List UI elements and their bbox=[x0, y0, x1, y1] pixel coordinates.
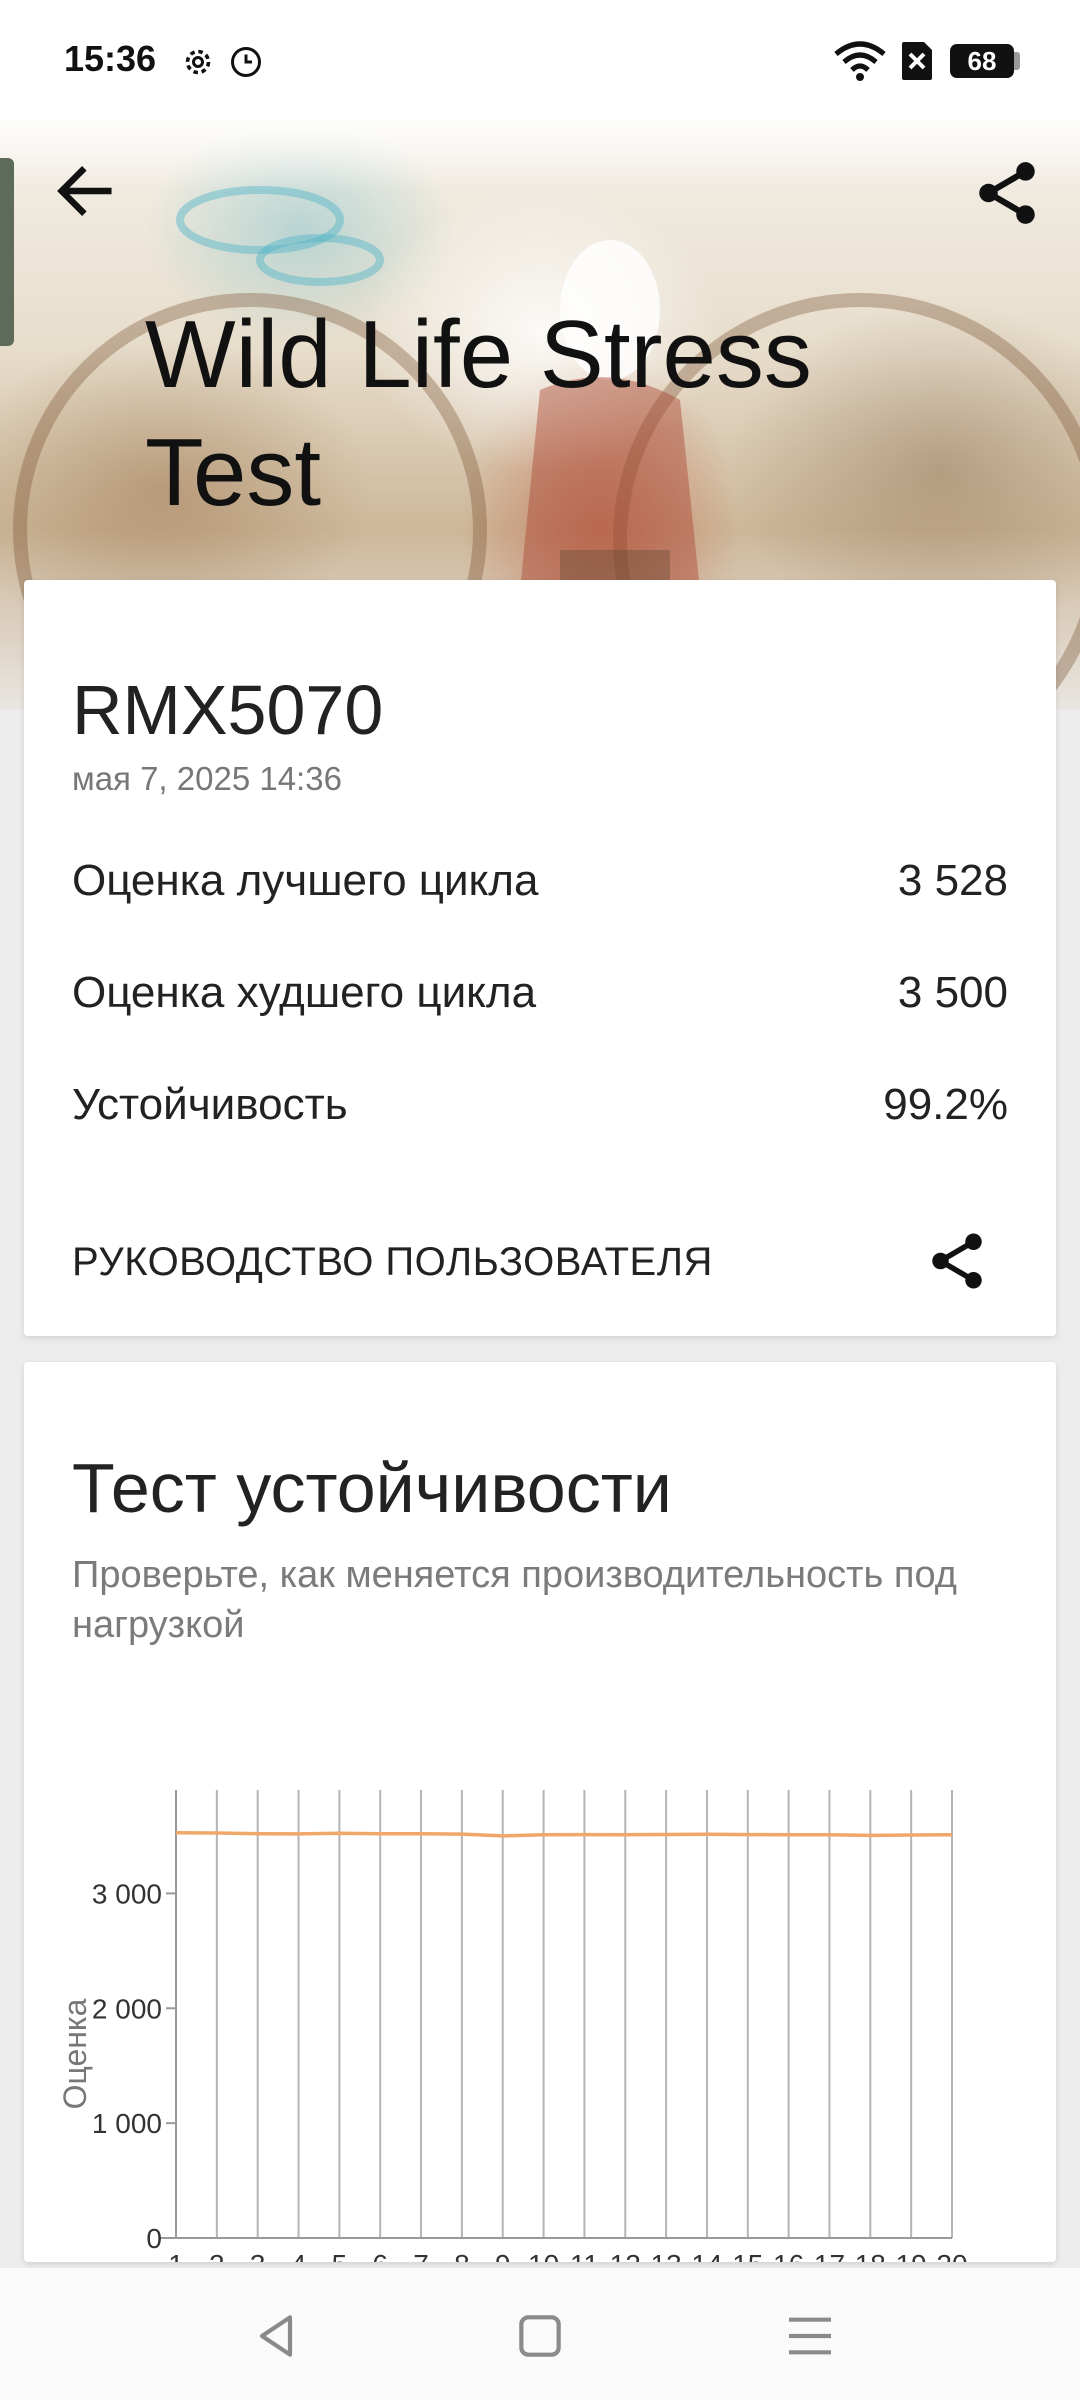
share-icon[interactable] bbox=[970, 156, 1044, 230]
x-tick-label: 19 bbox=[896, 2249, 927, 2262]
x-tick-label: 10 bbox=[528, 2249, 559, 2262]
status-bar: 15:36 68 bbox=[0, 0, 1080, 120]
x-tick-label: 18 bbox=[855, 2249, 886, 2262]
x-tick-label: 7 bbox=[413, 2249, 429, 2262]
stability-value: 99.2% bbox=[883, 1080, 1008, 1129]
clock-icon bbox=[231, 47, 261, 77]
page-title: Wild Life Stress Test bbox=[145, 301, 812, 526]
sim-off-icon bbox=[902, 42, 932, 80]
edge-panel-handle[interactable] bbox=[0, 158, 14, 346]
battery-tip bbox=[1014, 52, 1020, 70]
x-tick-label: 13 bbox=[651, 2249, 682, 2262]
y-tick-label: 0 bbox=[146, 2223, 162, 2254]
stability-row: Устойчивость 99.2% bbox=[72, 1080, 1008, 1130]
navigation-bar bbox=[0, 2268, 1080, 2400]
y-tick-label: 3 000 bbox=[92, 1878, 162, 1909]
stability-label: Устойчивость bbox=[72, 1080, 348, 1129]
x-tick-label: 11 bbox=[570, 2249, 599, 2262]
gear-icon bbox=[185, 49, 211, 75]
device-name: RMX5070 bbox=[72, 671, 384, 749]
x-tick-label: 1 bbox=[168, 2249, 184, 2262]
x-tick-label: 4 bbox=[291, 2249, 307, 2262]
share-icon[interactable] bbox=[924, 1228, 990, 1294]
back-triangle-icon[interactable] bbox=[248, 2308, 304, 2364]
y-axis-label: Оценка bbox=[57, 1998, 93, 2109]
status-time: 15:36 bbox=[64, 38, 157, 79]
best-loop-label: Оценка лучшего цикла bbox=[72, 856, 539, 905]
wifi-icon bbox=[834, 41, 886, 81]
best-loop-value: 3 528 bbox=[897, 856, 1008, 905]
best-loop-row: Оценка лучшего цикла 3 528 bbox=[72, 856, 1008, 906]
test-date: мая 7, 2025 14:36 bbox=[72, 760, 342, 797]
arrow-left-icon[interactable] bbox=[50, 156, 120, 226]
x-tick-label: 15 bbox=[732, 2249, 763, 2262]
x-tick-label: 6 bbox=[372, 2249, 388, 2262]
home-square-icon[interactable] bbox=[512, 2308, 568, 2364]
user-guide-link[interactable]: РУКОВОДСТВО ПОЛЬЗОВАТЕЛЯ bbox=[72, 1240, 713, 1285]
x-tick-label: 3 bbox=[250, 2249, 266, 2262]
series-line bbox=[175, 1830, 953, 1838]
result-card: RMX5070 мая 7, 2025 14:36 Оценка лучшего… bbox=[24, 580, 1056, 1336]
stability-chart: 01 0002 0003 000123456789101112131415161… bbox=[57, 1790, 968, 2262]
x-tick-label: 16 bbox=[773, 2249, 804, 2262]
worst-loop-label: Оценка худшего цикла bbox=[72, 968, 537, 1017]
x-tick-label: 17 bbox=[814, 2249, 845, 2262]
x-tick-label: 8 bbox=[454, 2249, 470, 2262]
menu-lines-icon[interactable] bbox=[782, 2308, 838, 2364]
x-tick-label: 14 bbox=[691, 2249, 722, 2262]
hero-top-fade bbox=[0, 110, 1080, 190]
x-tick-label: 12 bbox=[610, 2249, 641, 2262]
y-tick-label: 2 000 bbox=[92, 1993, 162, 2024]
x-tick-label: 2 bbox=[209, 2249, 225, 2262]
x-tick-label: 20 bbox=[936, 2249, 967, 2262]
x-tick-label: 5 bbox=[332, 2249, 348, 2262]
battery-level: 68 bbox=[950, 44, 1014, 78]
y-tick-label: 1 000 bbox=[92, 2108, 162, 2139]
worst-loop-value: 3 500 bbox=[897, 968, 1008, 1017]
worst-loop-row: Оценка худшего цикла 3 500 bbox=[72, 968, 1008, 1018]
stability-card: Тест устойчивости Проверьте, как меняетс… bbox=[24, 1362, 1056, 2262]
x-tick-label: 9 bbox=[495, 2249, 511, 2262]
